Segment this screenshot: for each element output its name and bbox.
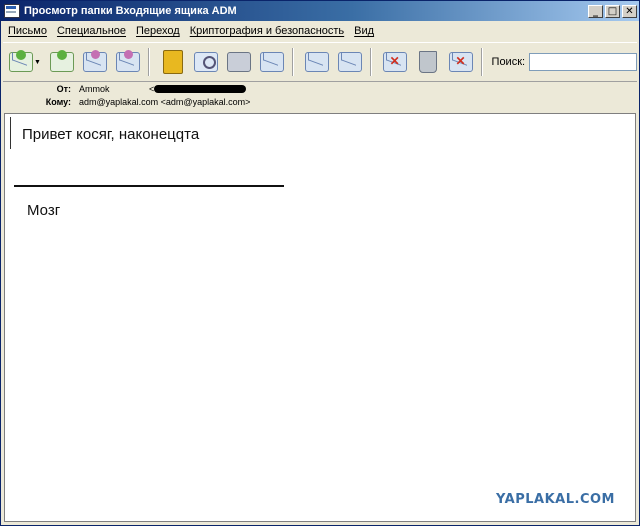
delete-button[interactable] [446, 47, 476, 77]
from-label: От: [56, 83, 71, 94]
window-title: Просмотр папки Входящие ящика ADM [24, 5, 237, 17]
print-icon [226, 52, 251, 72]
forward-button[interactable] [80, 47, 110, 77]
reply-button[interactable] [47, 47, 77, 77]
search-input[interactable] [529, 53, 638, 71]
mail-app-icon [4, 4, 20, 18]
reply-icon [49, 50, 74, 72]
save-button[interactable] [257, 47, 287, 77]
move-down-icon [337, 52, 362, 72]
watermark: YAPLAKAL.COM [496, 492, 615, 507]
menu-letter[interactable]: Письмо [3, 25, 52, 37]
forward-icon [82, 50, 107, 72]
send-icon [115, 50, 140, 72]
get-mail-button[interactable] [6, 47, 36, 77]
window-controls: _ □ ✕ [588, 4, 637, 18]
minimize-button[interactable]: _ [588, 4, 603, 18]
move-up-icon [304, 52, 329, 72]
title-bar: Просмотр папки Входящие ящика ADM _ □ ✕ [1, 1, 639, 21]
body-greeting: Привет косяг, наконецqта [22, 126, 200, 143]
body-separator-line [14, 185, 284, 187]
message-body[interactable]: Привет косяг, наконецqта Мозг YAPLAKAL.C… [4, 113, 636, 522]
to-address[interactable]: adm@yaplakal.com <adm@yaplakal.com> [79, 97, 250, 107]
close-button[interactable]: ✕ [622, 4, 637, 18]
mail-window: Просмотр папки Входящие ящика ADM _ □ ✕ … [0, 0, 640, 526]
send-button[interactable] [113, 47, 143, 77]
address-book-button[interactable] [158, 47, 188, 77]
trash-button[interactable] [413, 47, 443, 77]
trash-icon [418, 51, 437, 73]
move-up-button[interactable] [302, 47, 332, 77]
toolbar-separator [480, 48, 483, 76]
body-signature: Мозг [27, 202, 61, 219]
menu-view[interactable]: Вид [349, 25, 379, 37]
toolbar-separator [147, 48, 150, 76]
menu-bar: Письмо Специальное Переход Криптография … [3, 22, 637, 40]
to-row: Кому: adm@yaplakal.com <adm@yaplakal.com… [5, 95, 251, 108]
menu-crypto-security[interactable]: Криптография и безопасность [185, 25, 349, 37]
toolbar-separator [291, 48, 294, 76]
search-button[interactable] [191, 47, 221, 77]
print-button[interactable] [224, 47, 254, 77]
toolbar-separator [369, 48, 372, 76]
chevron-down-icon[interactable]: ▼ [34, 59, 41, 66]
move-down-button[interactable] [335, 47, 365, 77]
toolbar: ▼ Поиск: [3, 42, 638, 82]
from-name[interactable]: Ammok [79, 84, 149, 94]
text-cursor [10, 117, 11, 149]
redacted-email [154, 84, 247, 93]
delete-icon [448, 52, 473, 72]
maximize-button[interactable]: □ [605, 4, 620, 18]
save-icon [259, 52, 284, 72]
message-header: От: Ammok < Кому: adm@yaplakal.com <adm@… [5, 81, 635, 111]
from-row: От: Ammok < [5, 82, 247, 95]
mark-button[interactable] [380, 47, 410, 77]
to-label: Кому: [45, 96, 71, 107]
search-label: Поиск: [491, 56, 526, 68]
get-mail-icon [8, 50, 33, 72]
menu-go[interactable]: Переход [131, 25, 185, 37]
search-icon [193, 52, 218, 72]
address-book-icon [162, 50, 183, 74]
mark-icon [382, 52, 407, 72]
menu-special[interactable]: Специальное [52, 25, 131, 37]
